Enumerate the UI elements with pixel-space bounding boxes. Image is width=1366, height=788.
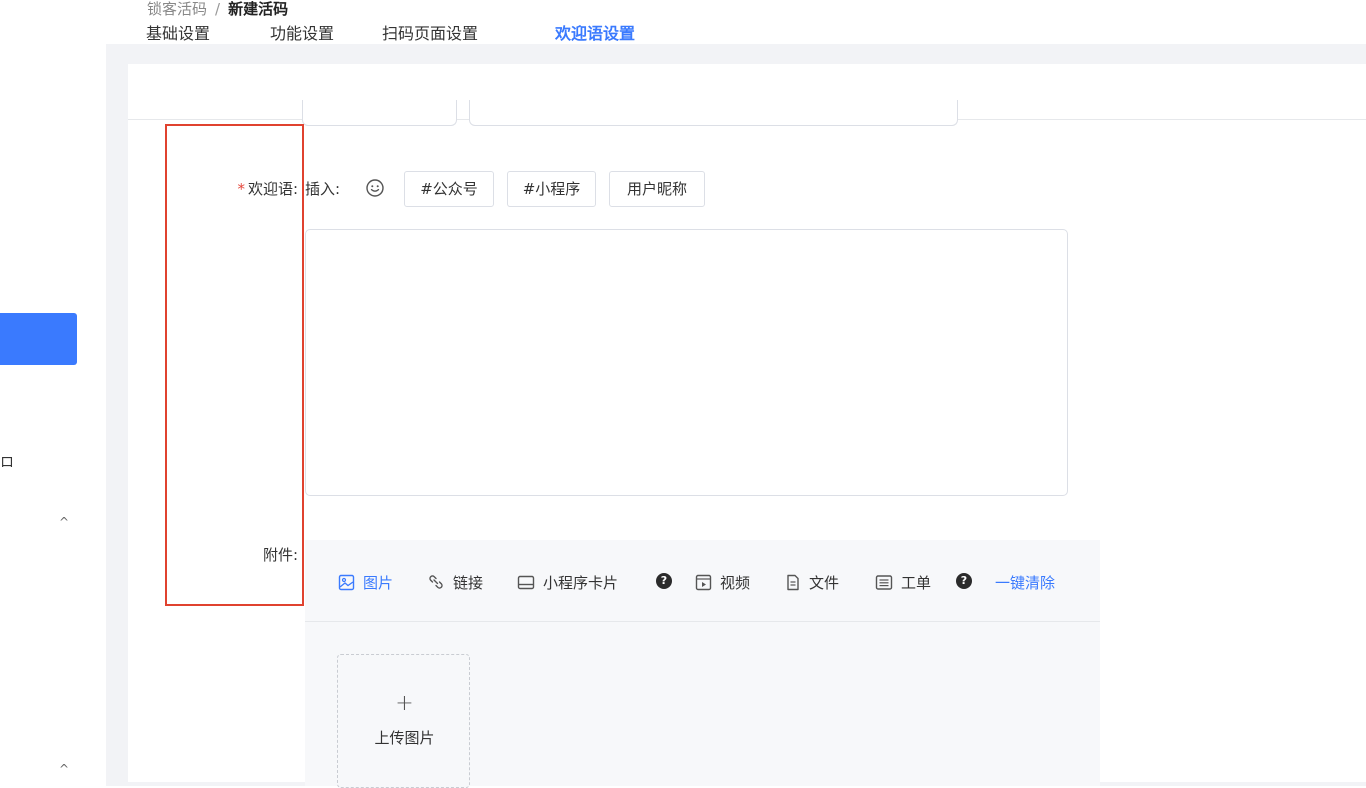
sidebar-active-item[interactable]: [0, 313, 77, 365]
plus-icon: +: [395, 691, 414, 716]
attach-file-label: 文件: [809, 573, 840, 592]
insert-nickname-button[interactable]: 用户昵称: [609, 171, 705, 207]
attach-video-button[interactable]: 视频: [695, 571, 750, 593]
image-icon: [338, 574, 355, 590]
upload-image-label: 上传图片: [374, 729, 435, 747]
clear-all-button[interactable]: 一键清除: [995, 571, 1055, 593]
miniprogram-card-icon: [517, 575, 535, 589]
welcome-message-textarea[interactable]: [305, 229, 1068, 496]
attach-file-button[interactable]: 文件: [785, 571, 839, 593]
file-icon: [787, 574, 799, 590]
breadcrumb: 锁客活码 / 新建活码: [147, 0, 288, 20]
cut-off-input[interactable]: [469, 100, 958, 126]
attach-miniprogram-card-button[interactable]: 小程序卡片: [517, 571, 618, 593]
attach-image-button[interactable]: 图片: [338, 571, 393, 593]
help-icon[interactable]: ?: [956, 573, 972, 589]
tab-welcome-settings[interactable]: 欢迎语设置: [555, 20, 635, 44]
workorder-icon: [875, 574, 893, 590]
breadcrumb-parent[interactable]: 锁客活码: [147, 0, 207, 18]
breadcrumb-separator: /: [215, 0, 221, 18]
attach-image-label: 图片: [363, 573, 394, 592]
cut-off-input[interactable]: [302, 100, 457, 126]
tab-basic-settings[interactable]: 基础设置: [146, 20, 210, 44]
help-icon[interactable]: ?: [656, 573, 672, 589]
attach-workorder-button[interactable]: 工单: [875, 571, 931, 593]
emoji-icon[interactable]: [364, 177, 386, 199]
attach-workorder-label: 工单: [901, 573, 932, 592]
attach-link-label: 链接: [453, 573, 484, 592]
breadcrumb-current: 新建活码: [228, 0, 289, 18]
attach-video-label: 视频: [720, 573, 751, 592]
link-icon: [429, 575, 443, 589]
video-icon: [695, 574, 712, 590]
sidebar: ロ ^ ^: [0, 0, 100, 786]
insert-label: 插入:: [305, 180, 341, 198]
tab-function-settings[interactable]: 功能设置: [270, 20, 334, 44]
sidebar-item-fragment[interactable]: ロ: [0, 452, 14, 472]
insert-official-account-button[interactable]: #公众号: [404, 171, 494, 207]
annotation-highlight-box: [165, 124, 304, 606]
tab-scan-page-settings[interactable]: 扫码页面设置: [382, 20, 478, 44]
chevron-up-icon[interactable]: ^: [59, 515, 69, 529]
chevron-up-icon[interactable]: ^: [59, 762, 69, 776]
attach-link-button[interactable]: 链接: [427, 571, 483, 593]
insert-miniprogram-button[interactable]: #小程序: [507, 171, 596, 207]
upload-image-button[interactable]: + 上传图片: [337, 654, 470, 788]
attach-miniprogram-card-label: 小程序卡片: [543, 573, 619, 592]
